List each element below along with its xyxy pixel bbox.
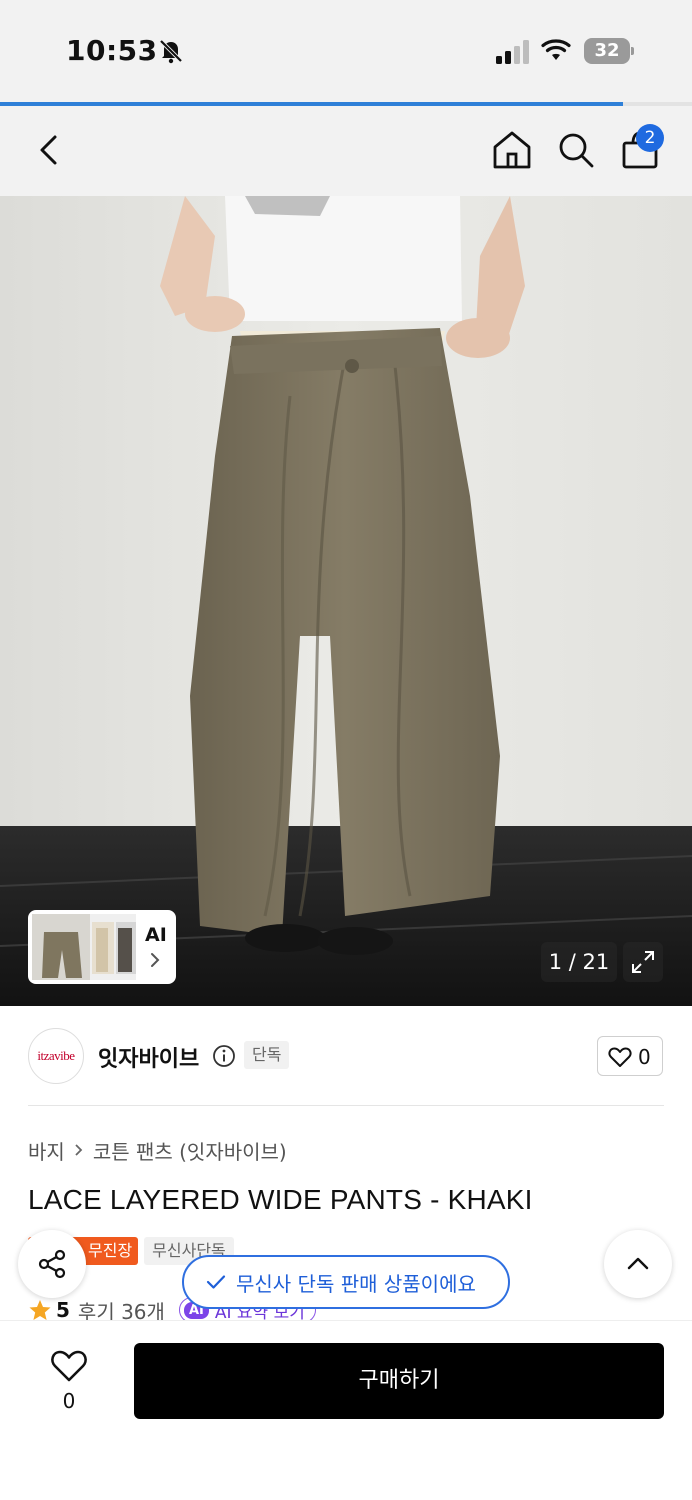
heart-icon [608, 1047, 632, 1067]
wifi-icon [541, 39, 571, 60]
product-title: LACE LAYERED WIDE PANTS - KHAKI [28, 1184, 533, 1215]
image-counter: 1 / 21 [541, 942, 617, 982]
thumbnail-images [32, 914, 136, 980]
toast-message: 무신사 단독 판매 상품이에요 [236, 1271, 476, 1296]
divider [28, 1105, 664, 1106]
search-icon[interactable] [554, 128, 598, 172]
star-icon [29, 1300, 51, 1320]
buy-button[interactable]: 구매하기 [134, 1343, 664, 1419]
ai-recommend-thumbnail-card[interactable]: AI [28, 910, 176, 984]
expand-button[interactable] [623, 942, 663, 982]
brand-like-count: 0 [638, 1045, 651, 1069]
signal-icon [496, 40, 529, 64]
brand-row: itzavibe 잇자바이브 단독 0 [0, 1024, 692, 1088]
chevron-up-icon [627, 1257, 649, 1270]
product-image-gallery[interactable] [0, 196, 692, 1006]
exclusive-tag: 단독 [244, 1041, 290, 1069]
chevron-right-icon [75, 1144, 83, 1156]
breadcrumb-subcategory[interactable]: 코튼 팬츠 (잇자바이브) [93, 1136, 287, 1165]
brand-logo[interactable]: itzavibe [28, 1028, 84, 1084]
battery-icon: 32 [584, 38, 634, 64]
exclusive-toast: 무신사 단독 판매 상품이에요 [182, 1255, 510, 1309]
status-time: 10:53 [66, 34, 158, 67]
breadcrumb: 바지 코튼 팬츠 (잇자바이브) [28, 1136, 287, 1164]
bottom-action-bar: 0 구매하기 [0, 1320, 692, 1500]
home-icon[interactable] [490, 128, 534, 172]
info-icon[interactable] [212, 1044, 236, 1068]
check-icon [206, 1275, 226, 1289]
top-nav-bar [0, 106, 692, 196]
ai-label: AI [145, 924, 167, 946]
back-icon[interactable] [30, 130, 70, 170]
product-photo [0, 196, 692, 1006]
heart-icon[interactable] [50, 1349, 88, 1383]
product-like-count: 0 [62, 1389, 76, 1413]
chevron-right-icon [151, 953, 160, 967]
share-button[interactable] [18, 1230, 86, 1298]
brand-name[interactable]: 잇자바이브 [98, 1041, 199, 1073]
rating-value: 5 [56, 1298, 70, 1322]
scroll-top-button[interactable] [604, 1230, 672, 1298]
cart-count-badge: 2 [636, 124, 664, 152]
status-bar: 10:53 32 [0, 0, 692, 104]
share-icon [38, 1249, 66, 1279]
battery-level: 32 [584, 38, 630, 64]
expand-icon [632, 951, 654, 973]
breadcrumb-category[interactable]: 바지 [28, 1136, 65, 1165]
bell-slash-icon [159, 39, 183, 64]
brand-like-button[interactable]: 0 [597, 1036, 663, 1076]
